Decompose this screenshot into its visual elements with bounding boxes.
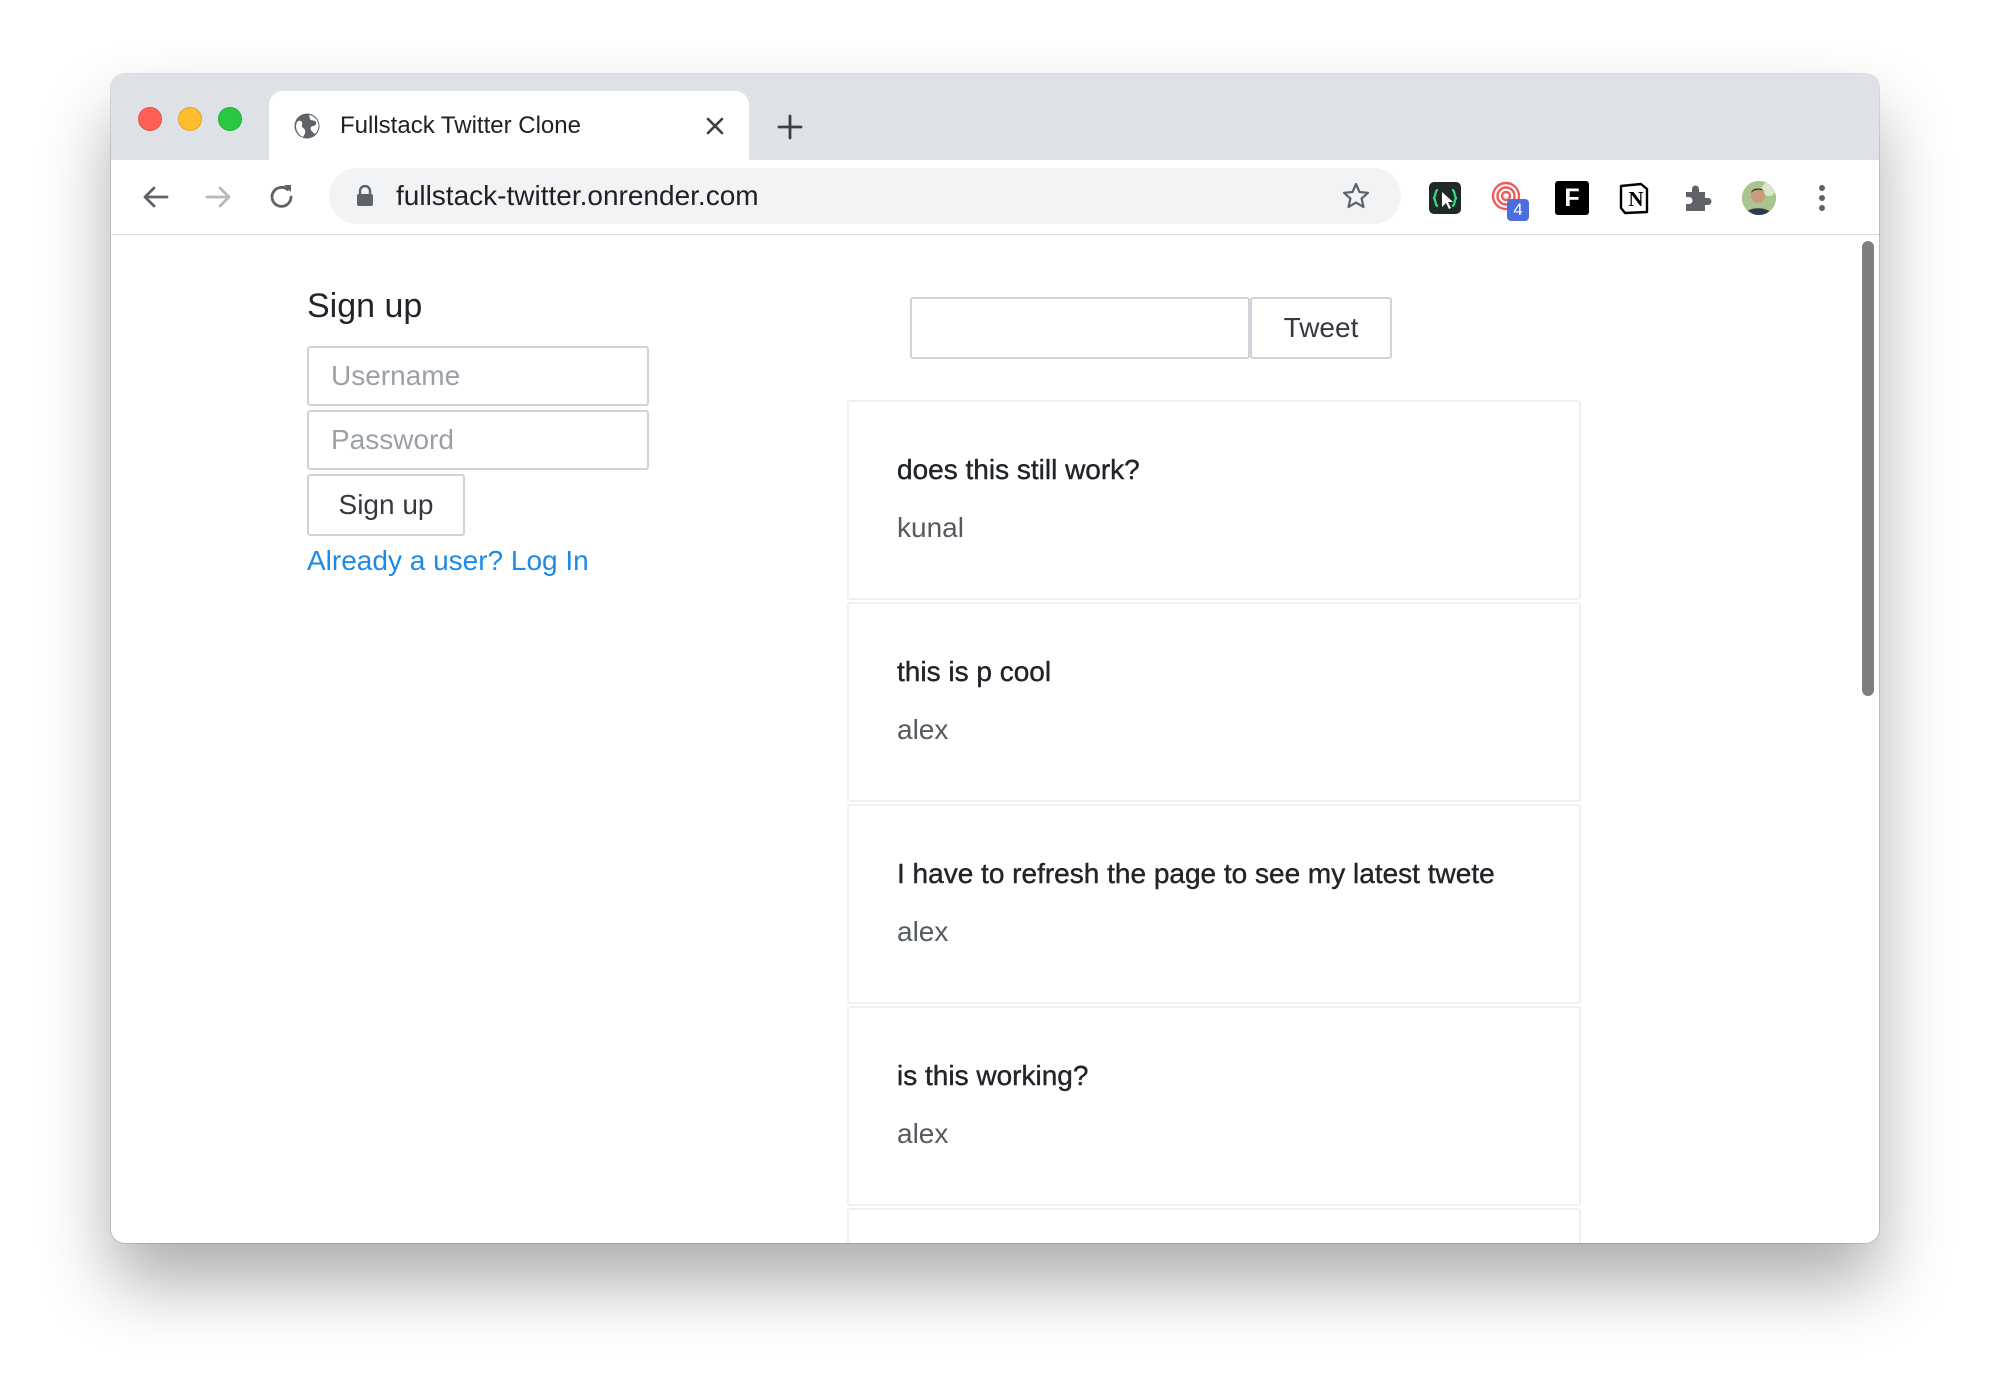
- tweet-hunter-icon[interactable]: [1428, 181, 1462, 215]
- signup-heading: Sign up: [307, 287, 423, 325]
- tab-title: Fullstack Twitter Clone: [340, 112, 581, 139]
- more-menu-icon[interactable]: [1805, 181, 1839, 215]
- profile-avatar[interactable]: [1742, 181, 1776, 215]
- close-icon[interactable]: [702, 113, 728, 139]
- spiral-extension-icon[interactable]: 4: [1491, 181, 1529, 221]
- vertical-scrollbar[interactable]: [1857, 235, 1879, 1243]
- tweet-button[interactable]: Tweet: [1250, 297, 1392, 359]
- browser-window: Fullstack Twitter Clone fullstack-twitte…: [111, 74, 1879, 1243]
- back-arrow-icon[interactable]: [139, 180, 173, 214]
- page-content: Sign up Sign up Already a user? Log In T…: [111, 235, 1879, 1243]
- bookmark-star-icon[interactable]: [1341, 181, 1371, 211]
- tab-strip: Fullstack Twitter Clone: [111, 74, 1879, 160]
- tab-active[interactable]: Fullstack Twitter Clone: [269, 91, 749, 160]
- tweet-message: does this still work?: [897, 454, 1140, 485]
- tweet-card: does this still work? kunal: [847, 400, 1581, 600]
- puzzle-extensions-icon[interactable]: [1680, 181, 1714, 215]
- tweet-card: is this working? alex: [847, 1006, 1581, 1206]
- tweet-username: alex: [897, 1118, 949, 1149]
- tweet-message: this is p cool: [897, 656, 1052, 687]
- address-bar[interactable]: fullstack-twitter.onrender.com: [329, 168, 1401, 224]
- login-link[interactable]: Already a user? Log In: [307, 543, 589, 579]
- tweet-username: alex: [897, 714, 949, 745]
- f-extension-icon[interactable]: F: [1555, 181, 1589, 215]
- window-minimize-button[interactable]: [178, 107, 202, 131]
- globe-icon: [294, 113, 320, 139]
- forward-arrow-icon[interactable]: [201, 180, 235, 214]
- tweet-card: I have to refresh the page to see my lat…: [847, 804, 1581, 1004]
- tweet-message: is this working?: [897, 1060, 1089, 1091]
- tweet-username: kunal: [897, 512, 964, 543]
- tweet-input[interactable]: [910, 297, 1250, 359]
- tweet-message: I have to refresh the page to see my lat…: [897, 858, 1495, 889]
- tweet-card: this is p cool alex: [847, 602, 1581, 802]
- tweet-card-partial: [847, 1208, 1581, 1243]
- username-input[interactable]: [307, 346, 649, 406]
- scrollbar-thumb[interactable]: [1862, 241, 1874, 696]
- signup-button[interactable]: Sign up: [307, 474, 465, 536]
- notion-label: N: [1628, 187, 1644, 211]
- plus-icon[interactable]: [775, 112, 805, 142]
- f-extension-label: F: [1564, 184, 1580, 212]
- window-close-button[interactable]: [138, 107, 162, 131]
- tweet-username: alex: [897, 916, 949, 947]
- url-text: fullstack-twitter.onrender.com: [396, 180, 759, 211]
- reload-icon[interactable]: [265, 180, 299, 214]
- browser-toolbar: fullstack-twitter.onrender.com 4 F N: [111, 160, 1879, 235]
- notion-icon[interactable]: N: [1617, 181, 1651, 215]
- lock-icon: [357, 185, 373, 206]
- window-maximize-button[interactable]: [218, 107, 242, 131]
- extension-badge: 4: [1507, 199, 1529, 221]
- password-input[interactable]: [307, 410, 649, 470]
